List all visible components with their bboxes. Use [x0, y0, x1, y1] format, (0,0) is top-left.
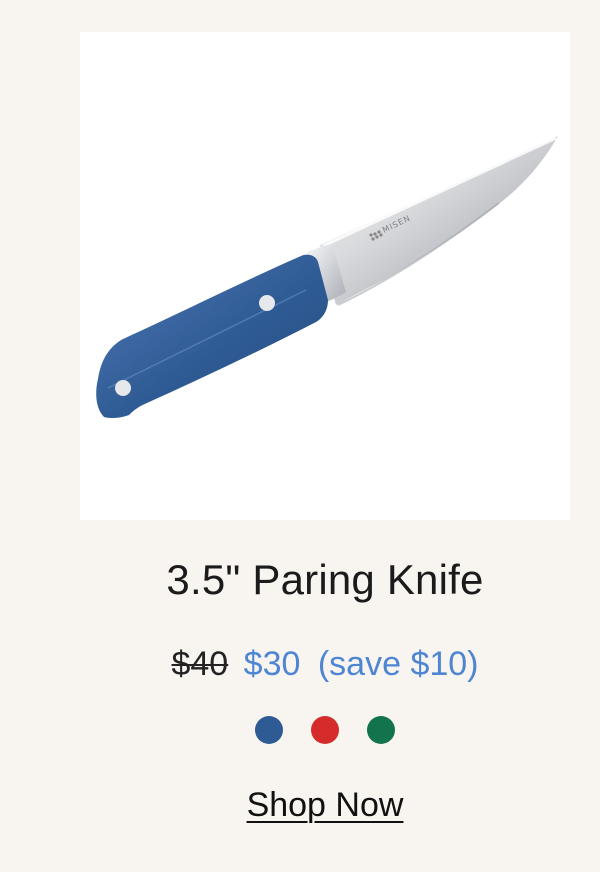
original-price: $40	[171, 645, 229, 683]
swatch-red[interactable]	[311, 716, 339, 744]
sale-price: $30	[243, 645, 301, 683]
swatch-green[interactable]	[367, 716, 395, 744]
savings-text: (save $10)	[317, 645, 479, 683]
shop-now-link[interactable]: Shop Now	[0, 784, 600, 826]
price-row: $40 $30 (save $10)	[0, 642, 600, 686]
color-swatches	[0, 716, 600, 744]
product-card: MISEN 3.5" Paring Knife $40 $30 (save $1…	[0, 0, 600, 872]
paring-knife-image: MISEN	[96, 136, 558, 419]
product-image-frame[interactable]: MISEN	[80, 32, 570, 520]
swatch-blue[interactable]	[255, 716, 283, 744]
product-title[interactable]: 3.5" Paring Knife	[0, 554, 600, 606]
